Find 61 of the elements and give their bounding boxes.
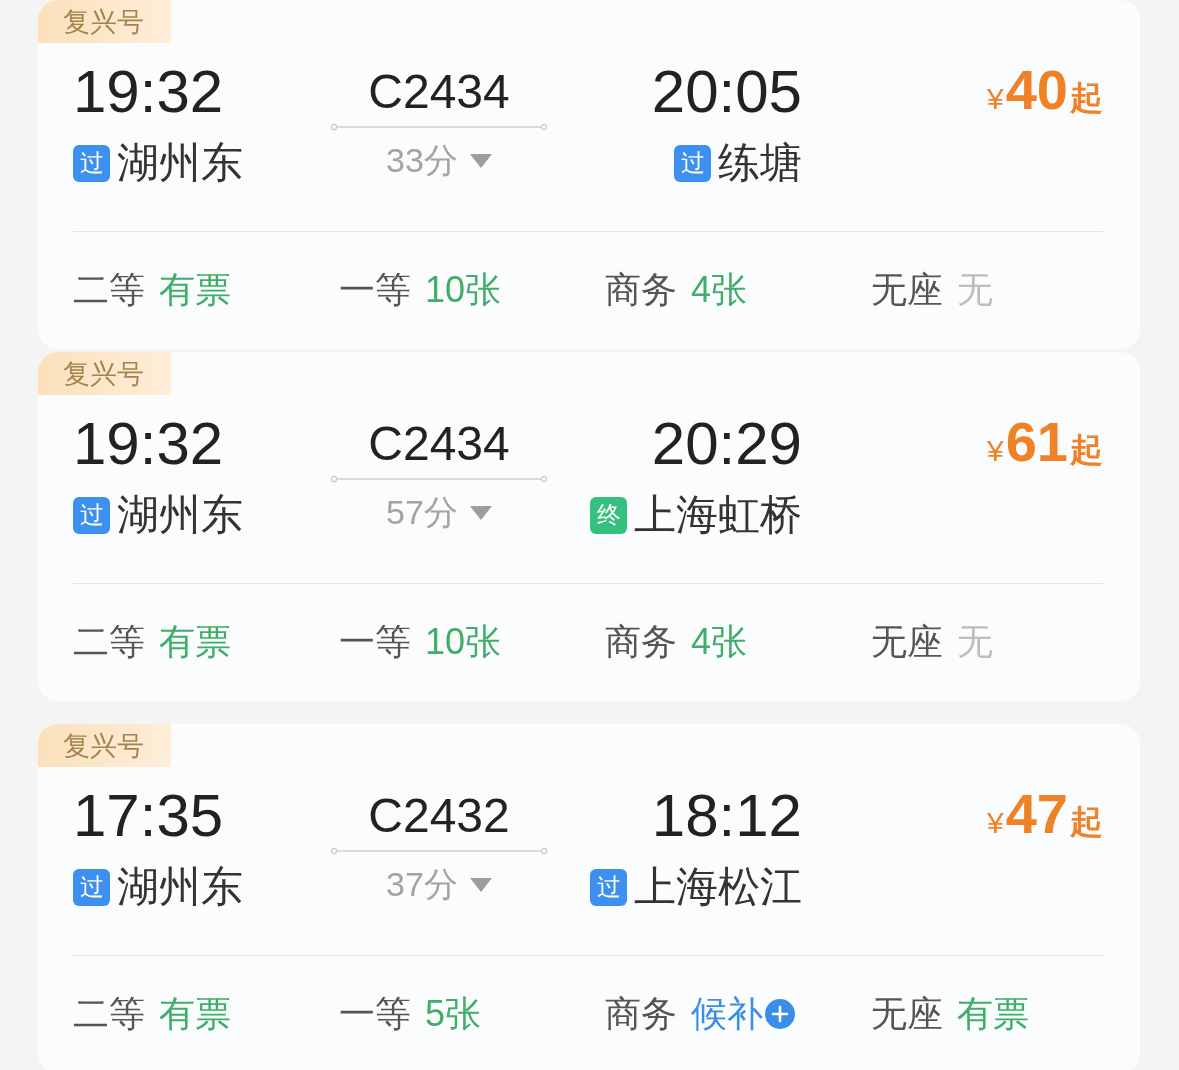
duration-toggle[interactable]: 37分 (386, 863, 492, 907)
station-name: 湖州东 (117, 141, 243, 185)
arrival-time: 20:29 (651, 414, 802, 474)
seat-class: 商务 (605, 622, 677, 662)
duration-toggle[interactable]: 33分 (386, 139, 492, 183)
price-label: ¥47起 (987, 786, 1103, 842)
seat-availability: 有票 (159, 622, 231, 662)
seat-class: 商务 (605, 994, 677, 1034)
seat-availability: 无 (957, 270, 993, 310)
caret-icon (469, 154, 492, 168)
arrival-time: 20:05 (651, 62, 802, 122)
departure-time: 17:35 (73, 786, 224, 846)
price-label: ¥40起 (987, 62, 1103, 118)
seat-availability: 有票 (159, 270, 231, 310)
station-tag: 过 (73, 144, 110, 182)
train-number: C2432 (368, 788, 510, 844)
train-card[interactable]: 复兴号 17:35 过 湖州东 C2432 37分 18:12 过 上海松江 ¥47起 二等 有票 一等 5张 商务 候补 无座 有票 (38, 724, 1140, 1070)
train-type-badge: 复兴号 (38, 352, 171, 395)
seat-class: 一等 (339, 622, 411, 662)
seat-class: 一等 (339, 994, 411, 1034)
station-name: 上海松江 (634, 865, 802, 909)
seat-availability: 5张 (425, 994, 482, 1034)
station-tag: 过 (674, 144, 711, 182)
train-type-badge: 复兴号 (38, 0, 171, 43)
train-number: C2434 (368, 64, 510, 120)
duration-toggle[interactable]: 57分 (386, 491, 492, 535)
seat-class: 无座 (871, 994, 943, 1034)
seat-availability: 4张 (691, 270, 748, 310)
train-number: C2434 (368, 416, 510, 472)
seat-class: 二等 (73, 270, 145, 310)
train-card[interactable]: 复兴号 19:32 过 湖州东 C2434 33分 20:05 过 练塘 ¥40起 二等 有票 一等 10张 商务 4张 无座 无 (38, 0, 1140, 349)
seat-availability: 有票 (957, 994, 1029, 1034)
price-label: ¥61起 (987, 414, 1103, 470)
station-name: 湖州东 (117, 493, 243, 537)
station-name: 上海虹桥 (634, 493, 802, 537)
station-tag: 终 (590, 496, 627, 534)
station-tag: 过 (590, 868, 627, 906)
seat-class: 无座 (871, 270, 943, 310)
train-type-badge: 复兴号 (38, 724, 171, 767)
seat-availability: 10张 (425, 622, 502, 662)
departure-time: 19:32 (73, 414, 224, 474)
seat-class: 无座 (871, 622, 943, 662)
seat-availability: 有票 (159, 994, 231, 1034)
waitlist-button[interactable]: 候补 (691, 994, 795, 1034)
seat-availability: 4张 (691, 622, 748, 662)
caret-icon (469, 878, 492, 892)
seat-class: 商务 (605, 270, 677, 310)
seat-availability: 无 (957, 622, 993, 662)
plus-circle-icon (765, 999, 795, 1029)
departure-time: 19:32 (73, 62, 224, 122)
seat-class: 二等 (73, 622, 145, 662)
station-name: 练塘 (718, 141, 802, 185)
seat-availability: 10张 (425, 270, 502, 310)
station-tag: 过 (73, 868, 110, 906)
arrival-time: 18:12 (651, 786, 802, 846)
caret-icon (469, 506, 492, 520)
train-card[interactable]: 复兴号 19:32 过 湖州东 C2434 57分 20:29 终 上海虹桥 ¥61起 二等 有票 一等 10张 商务 4张 无座 无 (38, 352, 1140, 701)
seat-class: 一等 (339, 270, 411, 310)
station-name: 湖州东 (117, 865, 243, 909)
station-tag: 过 (73, 496, 110, 534)
seat-class: 二等 (73, 994, 145, 1034)
